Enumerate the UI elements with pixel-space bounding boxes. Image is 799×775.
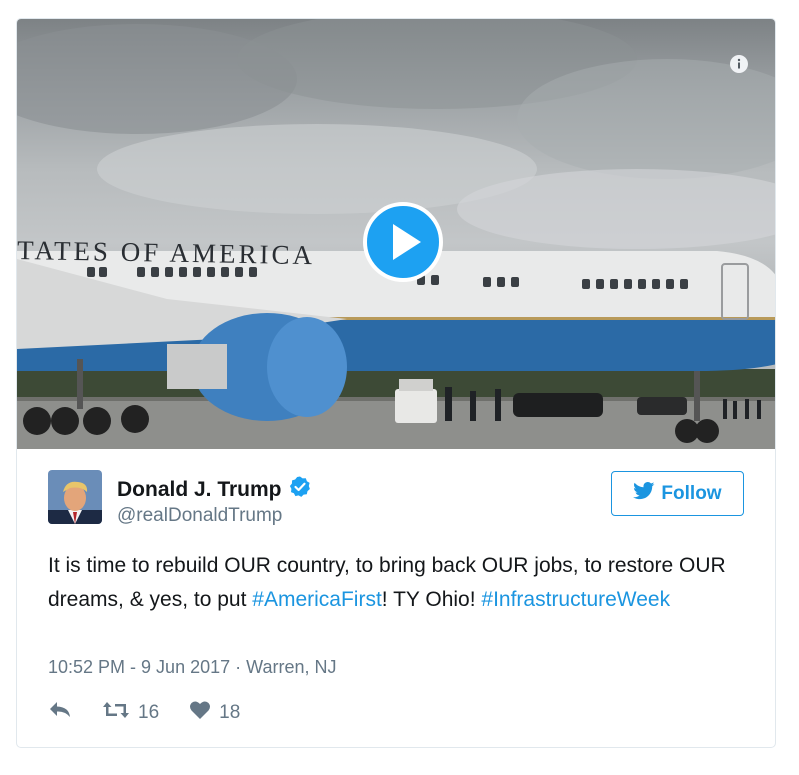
retweet-count: 16 — [138, 702, 160, 723]
timestamp-link[interactable]: 10:52 PM - 9 Jun 2017 — [48, 657, 230, 677]
embedded-tweet-card: TATES OF AMERICA Donald J. Trump @realDo… — [16, 18, 776, 748]
action-bar: 16 18 — [48, 700, 270, 726]
follow-button[interactable]: Follow — [611, 471, 744, 516]
verified-badge-icon — [288, 475, 312, 504]
twitter-bird-icon — [633, 481, 655, 506]
tweet-text-part-2: ! TY Ohio! — [381, 588, 482, 611]
author-name-row: Donald J. Trump — [117, 475, 312, 504]
play-button[interactable] — [363, 202, 443, 282]
tweet-meta: 10:52 PM - 9 Jun 2017 · Warren, NJ — [48, 657, 336, 678]
retweet-button[interactable]: 16 — [102, 700, 159, 726]
tweet-text: It is time to rebuild OUR country, to br… — [48, 549, 748, 617]
hashtag-link[interactable]: #AmericaFirst — [252, 588, 382, 611]
info-icon[interactable] — [729, 54, 749, 74]
tweet-body: Donald J. Trump @realDonaldTrump Follow … — [17, 449, 775, 747]
avatar[interactable] — [48, 470, 102, 524]
like-count: 18 — [219, 702, 241, 723]
hashtag-link[interactable]: #InfrastructureWeek — [481, 588, 670, 611]
like-button[interactable]: 18 — [189, 700, 240, 726]
author-name[interactable]: Donald J. Trump — [117, 478, 282, 502]
location-link[interactable]: Warren, NJ — [246, 657, 336, 677]
heart-icon — [189, 700, 211, 726]
retweet-icon — [102, 700, 130, 726]
follow-label: Follow — [661, 482, 722, 504]
meta-separator: · — [230, 657, 247, 677]
reply-icon — [48, 701, 72, 725]
video-thumbnail[interactable]: TATES OF AMERICA — [17, 19, 775, 449]
author-handle[interactable]: @realDonaldTrump — [117, 505, 282, 527]
reply-button[interactable] — [48, 701, 72, 725]
aircraft-lettering: TATES OF AMERICA — [17, 235, 315, 270]
play-icon — [393, 224, 421, 260]
